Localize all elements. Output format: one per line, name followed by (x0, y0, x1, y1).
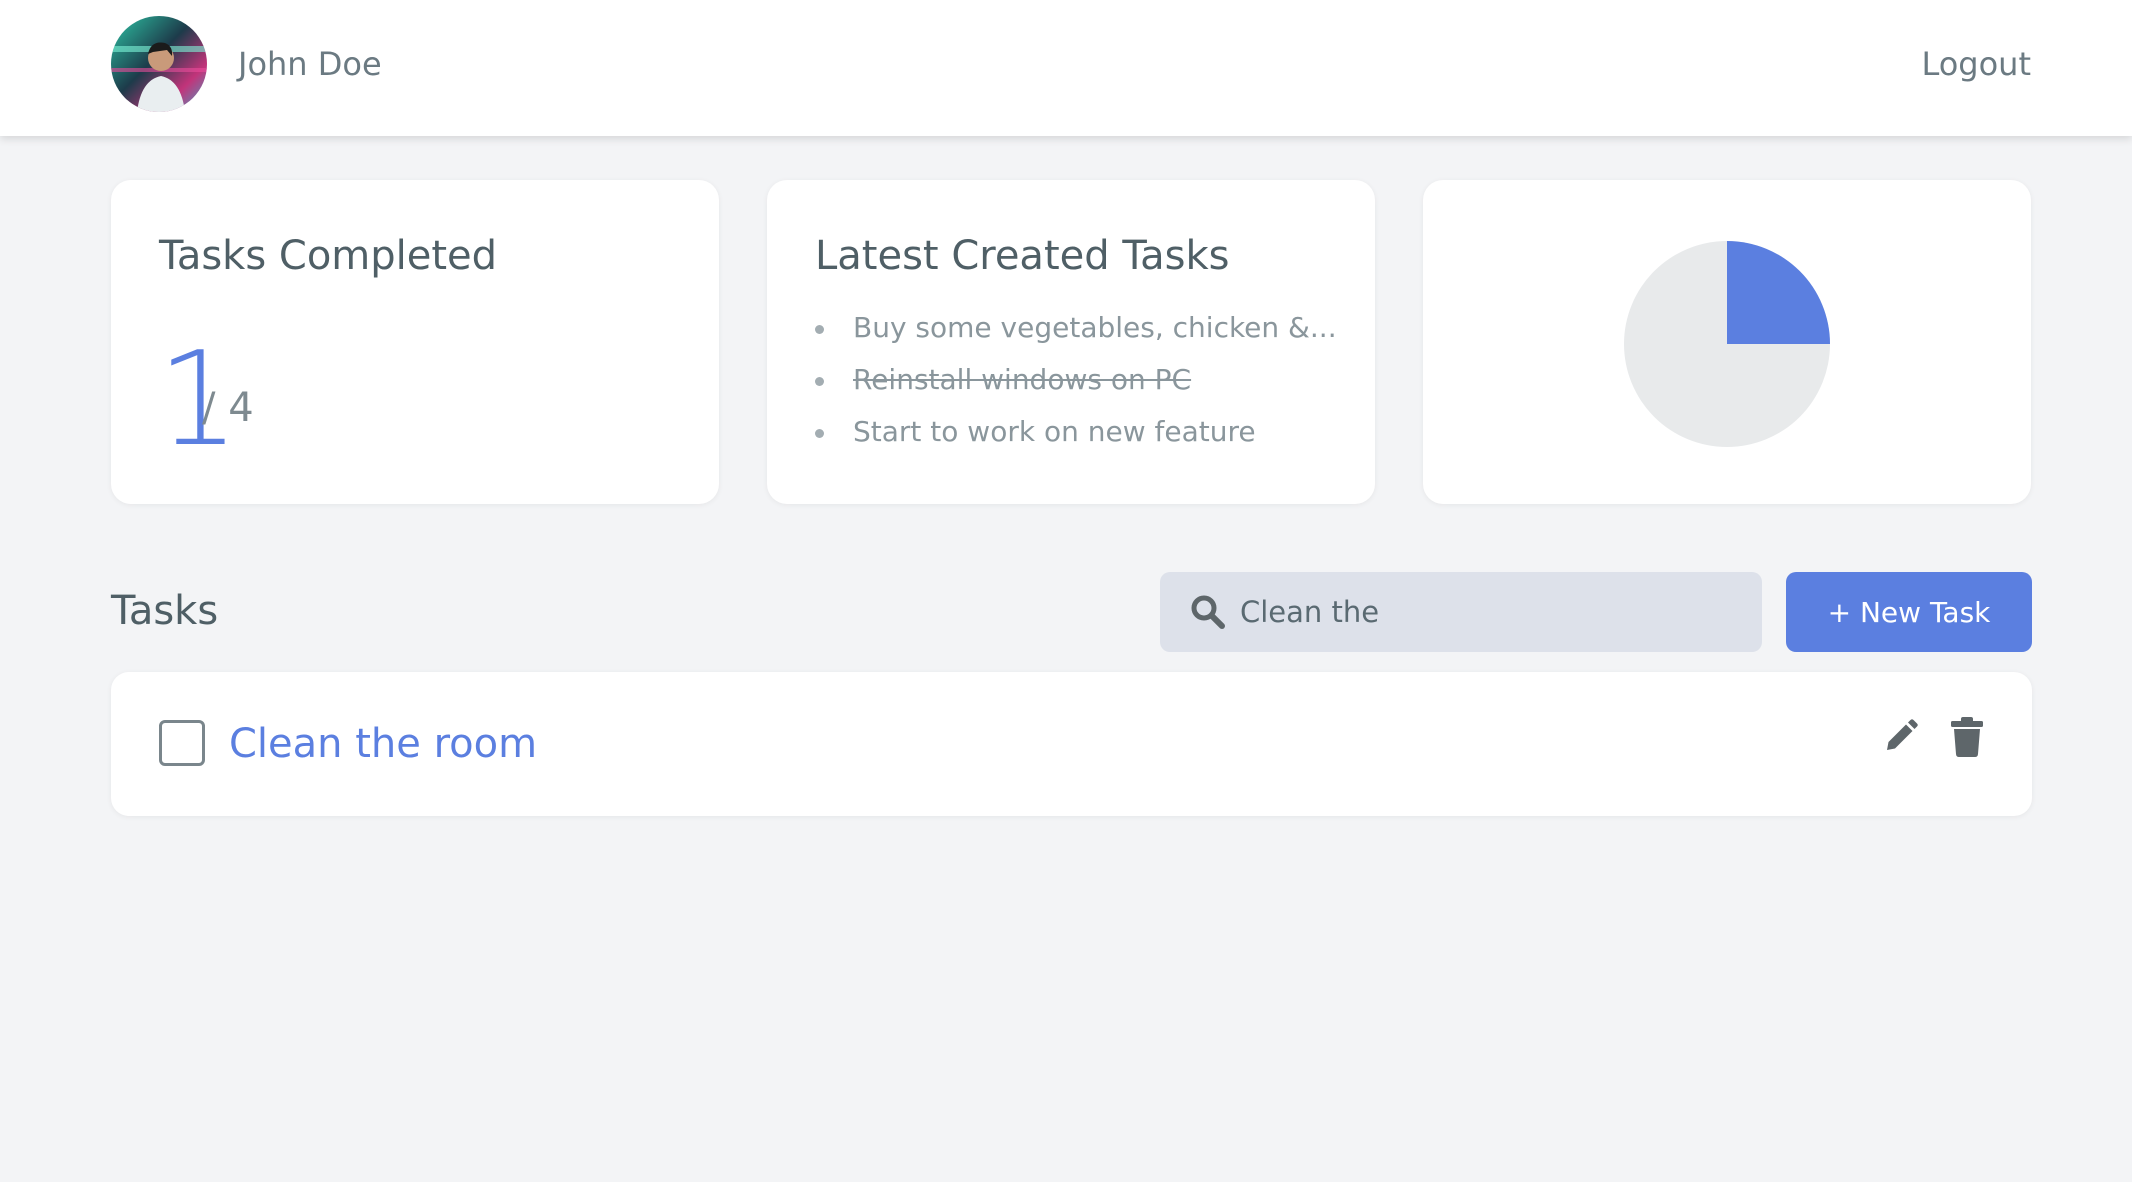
latest-tasks-list: Buy some vegetables, chicken &... Reinst… (815, 302, 1337, 458)
completion-pie-chart (1621, 238, 1833, 450)
task-title[interactable]: Clean the room (229, 720, 537, 768)
pie-completed-slice (1727, 241, 1830, 344)
new-task-button[interactable]: + New Task (1786, 572, 2032, 652)
progress-chart-card (1423, 180, 2031, 504)
latest-tasks-card: Latest Created Tasks Buy some vegetables… (767, 180, 1375, 504)
search-box (1160, 572, 1762, 652)
search-input[interactable] (1240, 572, 1740, 652)
card-title: Latest Created Tasks (815, 233, 1230, 279)
task-checkbox[interactable] (159, 720, 205, 766)
tasks-heading: Tasks (111, 588, 219, 634)
tasks-completed-card: Tasks Completed 1 / 4 (111, 180, 719, 504)
logout-link[interactable]: Logout (1921, 44, 2031, 84)
list-item: Start to work on new feature (815, 406, 1337, 458)
card-title: Tasks Completed (159, 233, 498, 279)
trash-icon[interactable] (1949, 716, 1985, 762)
user-name: John Doe (238, 45, 382, 83)
total-count: / 4 (202, 385, 254, 431)
avatar[interactable] (111, 16, 207, 112)
list-item: Buy some vegetables, chicken &... (815, 302, 1337, 354)
avatar-image (111, 16, 207, 112)
search-icon (1190, 594, 1226, 634)
pencil-icon[interactable] (1881, 716, 1921, 760)
table-row: Clean the room (111, 672, 2032, 816)
list-item: Reinstall windows on PC (815, 354, 1337, 406)
top-navbar: John Doe Logout (0, 0, 2132, 136)
